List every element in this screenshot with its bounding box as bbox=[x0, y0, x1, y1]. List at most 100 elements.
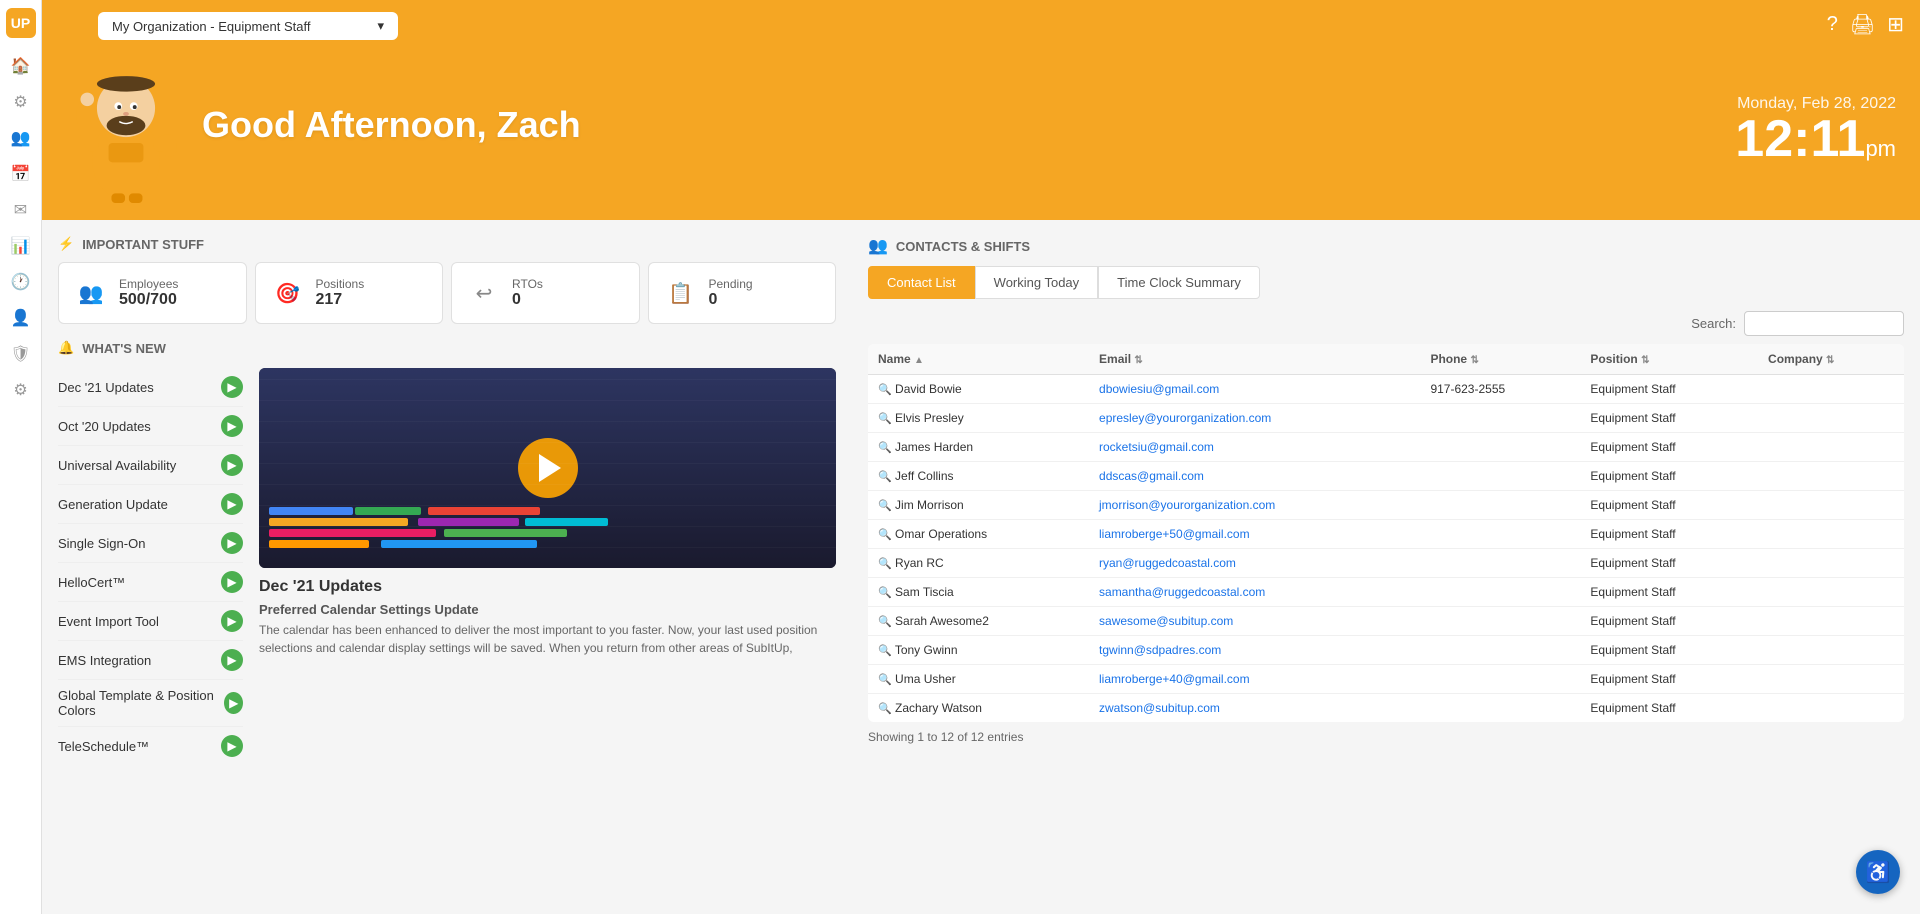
col-company[interactable]: Company ⇅ bbox=[1758, 344, 1904, 375]
stat-employees[interactable]: 👥 Employees 500/700 bbox=[58, 262, 247, 324]
search-row: Search: bbox=[868, 311, 1904, 336]
news-item-event-import[interactable]: Event Import Tool ▶ bbox=[58, 602, 243, 641]
news-item-sso[interactable]: Single Sign-On ▶ bbox=[58, 524, 243, 563]
search-person-icon: 🔍 bbox=[878, 442, 892, 454]
employees-value: 500/700 bbox=[119, 291, 178, 309]
email-link[interactable]: ddscas@gmail.com bbox=[1099, 469, 1204, 483]
org-selector[interactable]: My Organization - Equipment Staff ▾ bbox=[98, 12, 398, 40]
contact-email[interactable]: ryan@ruggedcoastal.com bbox=[1089, 549, 1420, 578]
news-label-event-import: Event Import Tool bbox=[58, 614, 159, 629]
header-time-suffix: pm bbox=[1865, 136, 1896, 161]
contact-email[interactable]: samantha@ruggedcoastal.com bbox=[1089, 578, 1420, 607]
contact-email[interactable]: liamroberge+50@gmail.com bbox=[1089, 520, 1420, 549]
contact-company bbox=[1758, 549, 1904, 578]
mascot-image bbox=[66, 48, 186, 203]
email-link[interactable]: tgwinn@sdpadres.com bbox=[1099, 643, 1221, 657]
search-input[interactable] bbox=[1744, 311, 1904, 336]
contact-position: Equipment Staff bbox=[1580, 607, 1758, 636]
sidebar-item-settings[interactable]: ⚙ bbox=[5, 86, 37, 118]
email-link[interactable]: liamroberge+40@gmail.com bbox=[1099, 672, 1250, 686]
main-content: My Organization - Equipment Staff ▾ ? 🖨 … bbox=[42, 0, 1920, 914]
email-link[interactable]: zwatson@subitup.com bbox=[1099, 701, 1220, 715]
pending-value: 0 bbox=[709, 291, 753, 309]
contact-phone bbox=[1420, 491, 1580, 520]
sidebar-item-chart[interactable]: 📊 bbox=[5, 230, 37, 262]
contact-email[interactable]: liamroberge+40@gmail.com bbox=[1089, 665, 1420, 694]
email-link[interactable]: jmorrison@yourorganization.com bbox=[1099, 498, 1275, 512]
email-link[interactable]: samantha@ruggedcoastal.com bbox=[1099, 585, 1265, 599]
email-link[interactable]: rocketsiu@gmail.com bbox=[1099, 440, 1214, 454]
print-icon[interactable]: 🖨 bbox=[1850, 12, 1875, 37]
contact-company bbox=[1758, 404, 1904, 433]
content-area: ⚡ IMPORTANT STUFF 👥 Employees 500/700 🎯 … bbox=[42, 220, 1920, 914]
news-item-ems[interactable]: EMS Integration ▶ bbox=[58, 641, 243, 680]
contact-name: 🔍 Jeff Collins bbox=[868, 462, 1089, 491]
tab-working-today[interactable]: Working Today bbox=[975, 266, 1099, 299]
tab-time-clock[interactable]: Time Clock Summary bbox=[1098, 266, 1260, 299]
positions-icon: 🎯 bbox=[270, 275, 306, 311]
table-header-row: Name ▲ Email ⇅ Phone ⇅ Position ⇅ Compan… bbox=[868, 344, 1904, 375]
news-item-global-template[interactable]: Global Template & Position Colors ▶ bbox=[58, 680, 243, 727]
email-link[interactable]: liamroberge+50@gmail.com bbox=[1099, 527, 1250, 541]
contact-name: 🔍 Sarah Awesome2 bbox=[868, 607, 1089, 636]
news-arrow-hellocert: ▶ bbox=[221, 571, 243, 593]
sidebar-item-people[interactable]: 👥 bbox=[5, 122, 37, 154]
contact-email[interactable]: tgwinn@sdpadres.com bbox=[1089, 636, 1420, 665]
sort-name-icon: ▲ bbox=[914, 355, 924, 366]
rtos-icon: ↩ bbox=[466, 275, 502, 311]
stat-positions[interactable]: 🎯 Positions 217 bbox=[255, 262, 444, 324]
contact-email[interactable]: jmorrison@yourorganization.com bbox=[1089, 491, 1420, 520]
sidebar-item-home[interactable]: 🏠 bbox=[5, 50, 37, 82]
contact-position: Equipment Staff bbox=[1580, 549, 1758, 578]
contact-email[interactable]: rocketsiu@gmail.com bbox=[1089, 433, 1420, 462]
contact-phone bbox=[1420, 665, 1580, 694]
contact-email[interactable]: dbowiesiu@gmail.com bbox=[1089, 375, 1420, 404]
news-item-teleschedule[interactable]: TeleSchedule™ ▶ bbox=[58, 727, 243, 765]
sidebar-item-shield[interactable]: 🛡 bbox=[5, 338, 37, 370]
sidebar-item-user[interactable]: 👤 bbox=[5, 302, 37, 334]
news-item-universal[interactable]: Universal Availability ▶ bbox=[58, 446, 243, 485]
sidebar-item-settings2[interactable]: ⚙ bbox=[5, 374, 37, 406]
news-item-generation[interactable]: Generation Update ▶ bbox=[58, 485, 243, 524]
sidebar-item-calendar[interactable]: 📅 bbox=[5, 158, 37, 190]
video-subtitle: Preferred Calendar Settings Update bbox=[259, 602, 836, 617]
news-arrow-generation: ▶ bbox=[221, 493, 243, 515]
stat-rtos[interactable]: ↩ RTOs 0 bbox=[451, 262, 640, 324]
right-panel: 👥 CONTACTS & SHIFTS Contact List Working… bbox=[852, 220, 1920, 914]
news-item-oct20[interactable]: Oct '20 Updates ▶ bbox=[58, 407, 243, 446]
contact-email[interactable]: sawesome@subitup.com bbox=[1089, 607, 1420, 636]
contact-company bbox=[1758, 665, 1904, 694]
news-item-hellocert[interactable]: HelloCert™ ▶ bbox=[58, 563, 243, 602]
email-link[interactable]: ryan@ruggedcoastal.com bbox=[1099, 556, 1236, 570]
contact-table: Name ▲ Email ⇅ Phone ⇅ Position ⇅ Compan… bbox=[868, 344, 1904, 722]
news-item-dec21[interactable]: Dec '21 Updates ▶ bbox=[58, 368, 243, 407]
col-name[interactable]: Name ▲ bbox=[868, 344, 1089, 375]
grid-icon[interactable]: ⊞ bbox=[1887, 12, 1904, 37]
email-link[interactable]: sawesome@subitup.com bbox=[1099, 614, 1233, 628]
stat-pending[interactable]: 📋 Pending 0 bbox=[648, 262, 837, 324]
contact-position: Equipment Staff bbox=[1580, 404, 1758, 433]
col-phone[interactable]: Phone ⇅ bbox=[1420, 344, 1580, 375]
left-panel: ⚡ IMPORTANT STUFF 👥 Employees 500/700 🎯 … bbox=[42, 220, 852, 914]
video-thumbnail[interactable] bbox=[259, 368, 836, 568]
col-email[interactable]: Email ⇅ bbox=[1089, 344, 1420, 375]
contact-email[interactable]: zwatson@subitup.com bbox=[1089, 694, 1420, 723]
table-row: 🔍 Tony Gwinn tgwinn@sdpadres.com Equipme… bbox=[868, 636, 1904, 665]
important-stuff-header: ⚡ IMPORTANT STUFF bbox=[58, 236, 836, 252]
search-person-icon: 🔍 bbox=[878, 616, 892, 628]
contact-email[interactable]: epresley@yourorganization.com bbox=[1089, 404, 1420, 433]
tab-contact-list[interactable]: Contact List bbox=[868, 266, 975, 299]
accessibility-button[interactable]: ♿ bbox=[1856, 850, 1900, 894]
news-label-oct20: Oct '20 Updates bbox=[58, 419, 151, 434]
email-link[interactable]: dbowiesiu@gmail.com bbox=[1099, 382, 1219, 396]
sidebar-item-mail[interactable]: ✉ bbox=[5, 194, 37, 226]
app-logo[interactable]: UP bbox=[6, 8, 36, 38]
contact-position: Equipment Staff bbox=[1580, 694, 1758, 723]
contact-email[interactable]: ddscas@gmail.com bbox=[1089, 462, 1420, 491]
sidebar-item-clock[interactable]: 🕐 bbox=[5, 266, 37, 298]
col-position[interactable]: Position ⇅ bbox=[1580, 344, 1758, 375]
contact-company bbox=[1758, 636, 1904, 665]
help-icon[interactable]: ? bbox=[1827, 13, 1838, 36]
email-link[interactable]: epresley@yourorganization.com bbox=[1099, 411, 1271, 425]
search-person-icon: 🔍 bbox=[878, 587, 892, 599]
